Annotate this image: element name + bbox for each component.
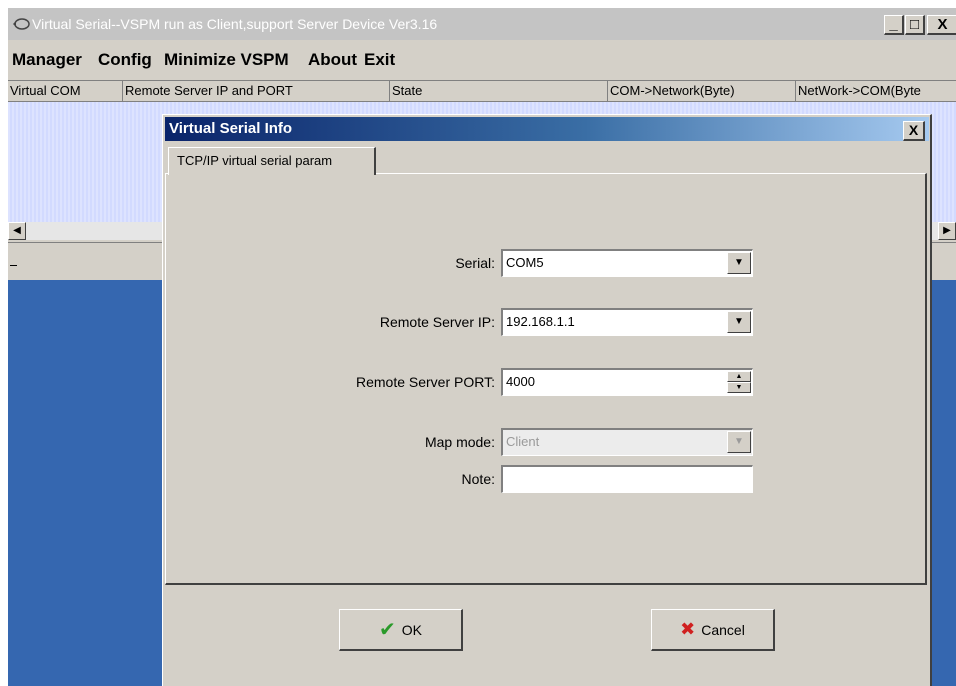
maximize-button[interactable]: □ [905, 15, 925, 35]
chevron-down-icon: ▼ [734, 257, 744, 268]
arrow-left-icon: ◀ [13, 225, 21, 236]
column-virtual-com[interactable]: Virtual COM [8, 81, 123, 102]
dialog-title: Virtual Serial Info [169, 120, 293, 137]
dialog-close-button[interactable]: X [903, 121, 925, 141]
dialog-button-area: ✔ OK ✖ Cancel [165, 589, 927, 686]
serial-value: COM5 [506, 255, 544, 270]
window-title: Virtual Serial--VSPM run as Client,suppo… [32, 16, 438, 32]
tab-panel: Serial: COM5 ▼ Remote Server IP: 192.168… [165, 173, 927, 585]
spin-down-button[interactable]: ▼ [727, 382, 751, 393]
map-mode-select[interactable]: Client ▼ [501, 428, 753, 456]
menu-minimize-vspm[interactable]: Minimize VSPM [164, 50, 289, 70]
close-icon: X [937, 16, 948, 33]
arrow-right-icon: ▶ [943, 225, 951, 236]
arrow-up-icon: ▲ [735, 373, 743, 380]
ok-button[interactable]: ✔ OK [339, 609, 463, 651]
app-icon [13, 18, 30, 30]
status-indicator [10, 265, 17, 266]
remote-ip-label: Remote Server IP: [379, 314, 495, 330]
tab-label: TCP/IP virtual serial param [177, 153, 333, 168]
cancel-label: Cancel [701, 621, 745, 638]
menu-bar: Manager Config Minimize VSPM About Exit [8, 40, 956, 78]
map-mode-dropdown-button[interactable]: ▼ [727, 431, 751, 453]
column-com-to-network[interactable]: COM->Network(Byte) [608, 81, 796, 102]
list-header: Virtual COM Remote Server IP and PORT St… [8, 80, 956, 102]
scroll-left-button[interactable]: ◀ [8, 222, 26, 240]
menu-config[interactable]: Config [98, 50, 152, 70]
maximize-icon: □ [909, 16, 920, 33]
main-titlebar[interactable]: Virtual Serial--VSPM run as Client,suppo… [8, 8, 956, 40]
remote-port-label: Remote Server PORT: [355, 374, 495, 390]
scroll-right-button[interactable]: ▶ [938, 222, 956, 240]
map-mode-label: Map mode: [424, 434, 495, 450]
ok-label: OK [401, 621, 422, 638]
arrow-down-icon: ▼ [735, 384, 743, 391]
chevron-down-icon: ▼ [734, 316, 744, 327]
map-mode-value: Client [506, 434, 540, 449]
menu-about[interactable]: About [308, 50, 357, 70]
close-icon: X [908, 122, 919, 138]
tab-tcpip-param[interactable]: TCP/IP virtual serial param [168, 147, 376, 175]
check-icon: ✔ [379, 619, 396, 641]
column-network-to-com[interactable]: NetWork->COM(Byte [796, 81, 956, 102]
minimize-button[interactable]: _ [884, 15, 904, 35]
column-state[interactable]: State [390, 81, 608, 102]
minimize-icon: _ [889, 16, 898, 33]
serial-label: Serial: [455, 255, 495, 271]
close-button[interactable]: X [927, 15, 956, 35]
note-label: Note: [461, 471, 495, 487]
remote-port-stepper[interactable]: 4000 ▲ ▼ [501, 368, 753, 396]
remote-ip-value: 192.168.1.1 [506, 314, 575, 329]
remote-port-value: 4000 [506, 374, 535, 389]
x-icon: ✖ [680, 619, 696, 639]
remote-ip-combobox[interactable]: 192.168.1.1 ▼ [501, 308, 753, 336]
serial-select[interactable]: COM5 ▼ [501, 249, 753, 277]
column-remote-server[interactable]: Remote Server IP and PORT [123, 81, 390, 102]
serial-dropdown-button[interactable]: ▼ [727, 252, 751, 274]
spin-up-button[interactable]: ▲ [727, 371, 751, 382]
menu-manager[interactable]: Manager [12, 50, 82, 70]
note-input[interactable] [501, 465, 753, 493]
virtual-serial-info-dialog: Virtual Serial Info X TCP/IP virtual ser… [162, 114, 932, 686]
chevron-down-icon: ▼ [734, 436, 744, 447]
cancel-button[interactable]: ✖ Cancel [651, 609, 775, 651]
port-spin-buttons: ▲ ▼ [727, 371, 751, 393]
dialog-titlebar[interactable]: Virtual Serial Info X [165, 117, 929, 141]
menu-exit[interactable]: Exit [364, 50, 395, 70]
remote-ip-dropdown-button[interactable]: ▼ [727, 311, 751, 333]
